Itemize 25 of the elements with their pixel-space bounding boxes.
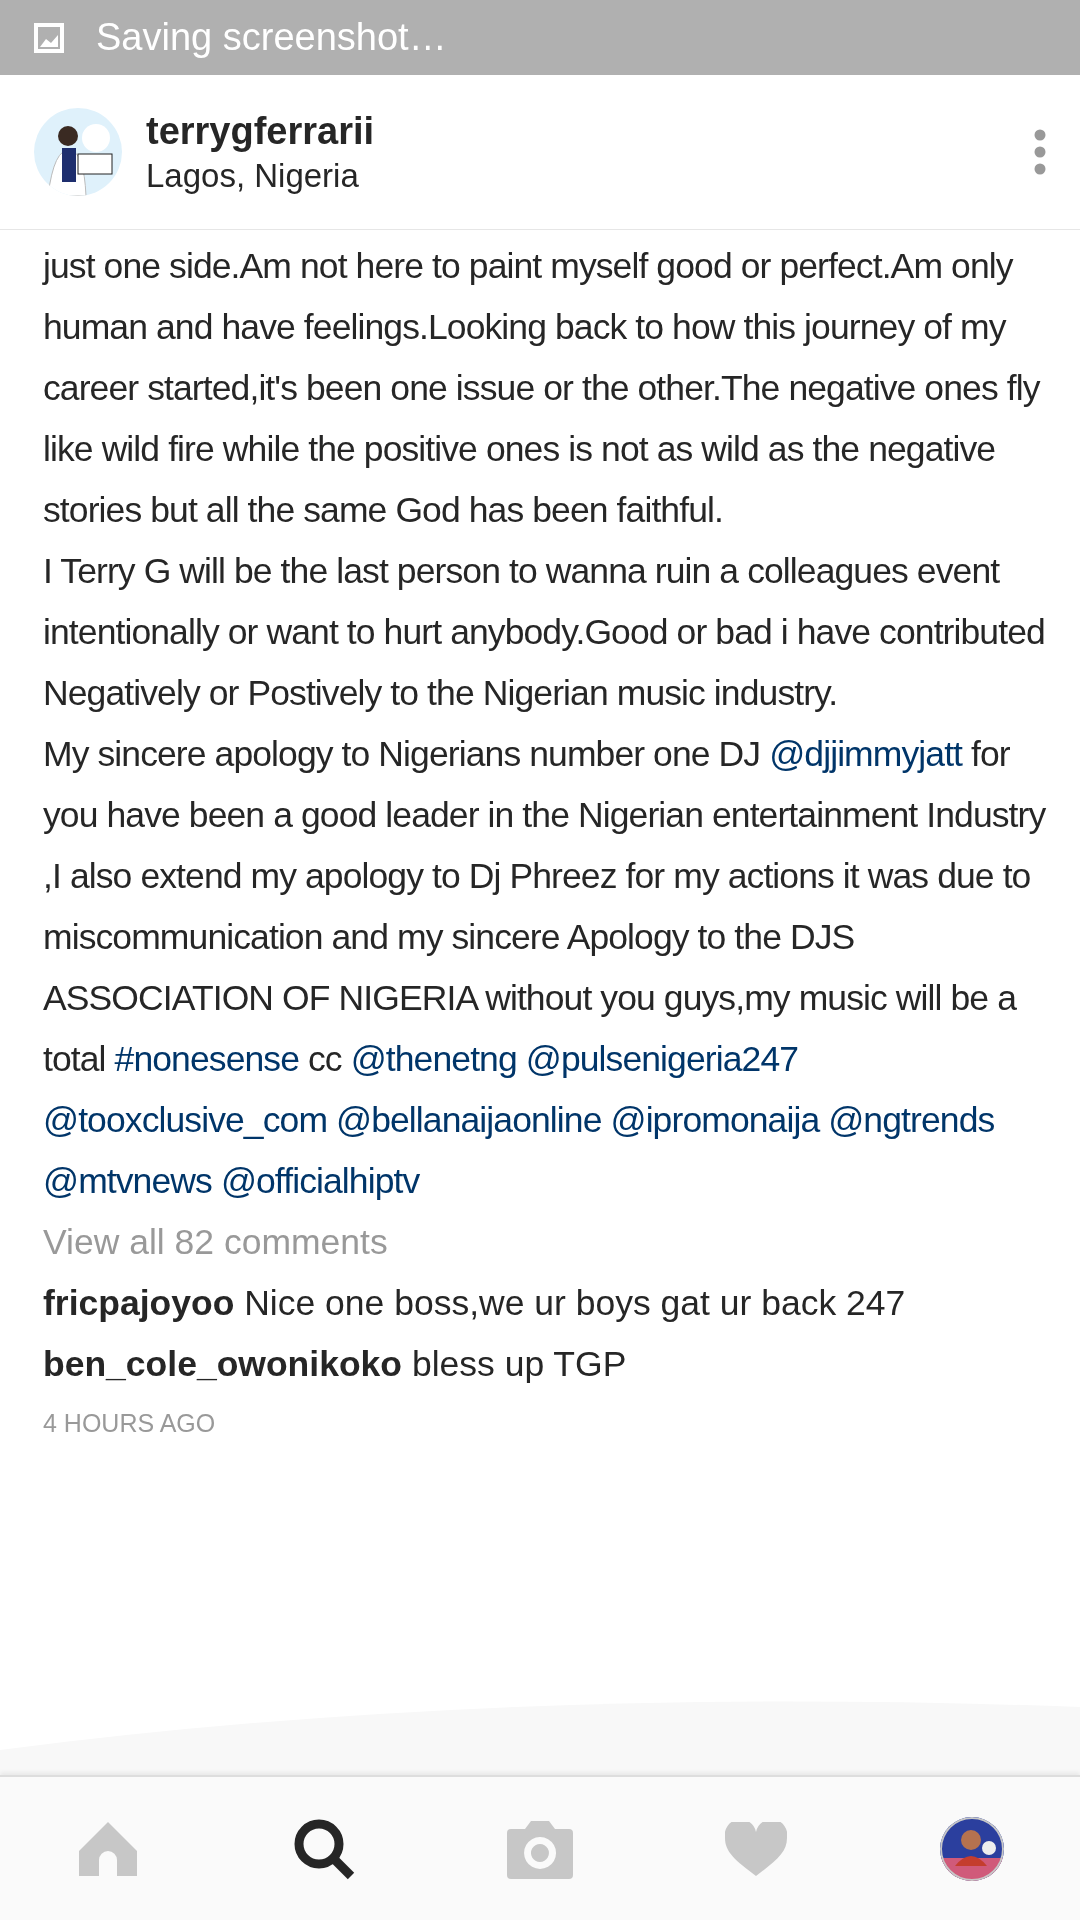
more-options-icon[interactable] bbox=[1034, 129, 1046, 175]
caption-link[interactable]: @officialhiptv bbox=[220, 1161, 420, 1201]
heart-icon bbox=[725, 1821, 787, 1876]
caption-link[interactable]: @bellanaijaonline bbox=[336, 1100, 602, 1140]
image-icon bbox=[34, 22, 64, 53]
caption-link[interactable]: @thenetng bbox=[350, 1039, 517, 1079]
caption-link[interactable]: @pulsenigeria247 bbox=[525, 1039, 799, 1079]
caption-text: I Terry G will be the last person to wanna ruin a colleagues event intentionally or want to hurt anybody.Good or bad i have contributed Negatively or Postively to the Nigerian music industry. bbox=[43, 550, 1046, 715]
caption-text: My sincere apology to Nigerians number one DJ @djjimmyjatt for you have been a good leader in the Nigerian entertainment Industry ,I also extend my apology to Dj Phreez for my actions it was due to miscommunication and my sincere Apology to the DJS ASSOCIATION OF NIGERIA without you guys,my music will be a total #nonesense cc @thenetng @pulsenigeria247 @tooxclusive_com @bellanaijaonline @ipromonaija @ngtrends @mtvnews @officialhiptv bbox=[43, 733, 1047, 1203]
home-icon bbox=[77, 1819, 139, 1878]
caption-link[interactable]: #nonesense bbox=[114, 1039, 300, 1079]
comment: ben_cole_owonikoko bless up TGP bbox=[43, 1343, 628, 1386]
caption-link[interactable]: @ngtrends bbox=[828, 1100, 995, 1140]
caption-text: just one side.Am not here to paint myself good or perfect.Am only human and have feelings.Looking back to how this journey of my career started,it's been one issue or the other.The negative ones fly like wild fire while the positive ones is not as wild as the negative stories but all the same God has been faithful. bbox=[43, 245, 1042, 532]
search-icon bbox=[293, 1817, 355, 1880]
location[interactable]: Lagos, Nigeria bbox=[146, 156, 1010, 195]
caption-link[interactable]: @tooxclusive_com bbox=[43, 1100, 328, 1140]
timestamp: 4 HOURS AGO bbox=[43, 1409, 217, 1438]
comment: fricpajoyoo Nice one boss,we ur boys gat ur back 247 bbox=[43, 1282, 907, 1325]
caption-link[interactable]: @djjimmyjatt bbox=[769, 734, 963, 774]
caption-link[interactable]: @ipromonaija bbox=[610, 1100, 820, 1140]
camera-icon bbox=[507, 1818, 573, 1879]
notification-text: Saving screenshot… bbox=[96, 16, 447, 59]
caption-link[interactable]: @mtvnews bbox=[43, 1161, 212, 1201]
username[interactable]: terrygferrarii bbox=[146, 109, 1010, 153]
